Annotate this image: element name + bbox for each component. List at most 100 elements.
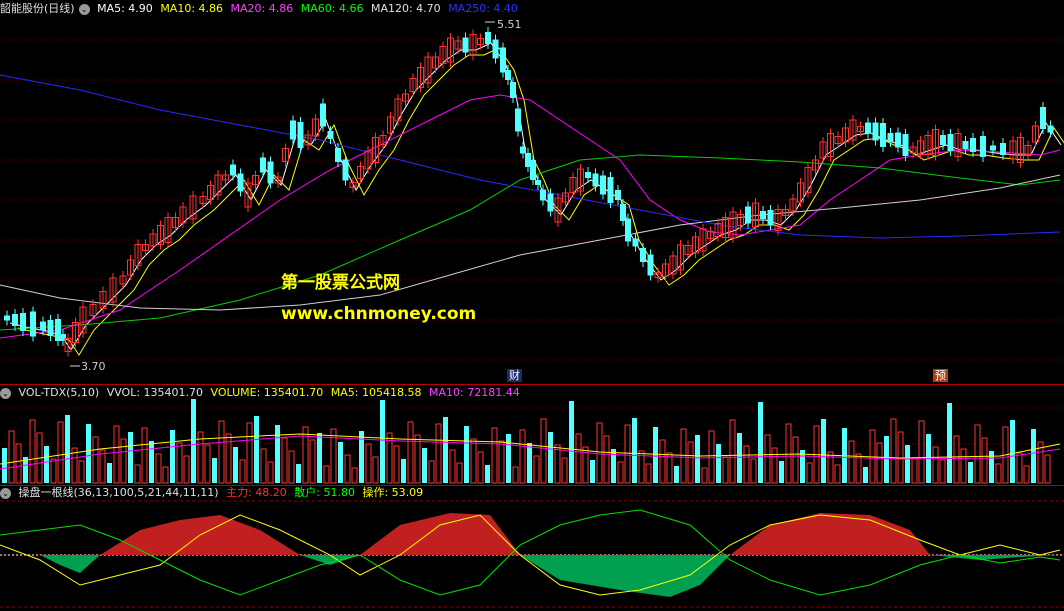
volume-bar: [254, 416, 259, 483]
volume-bar: [575, 433, 582, 484]
candle-down: [30, 311, 36, 337]
volume-bar: [288, 450, 295, 484]
ma120-label: MA120: 4.70: [370, 2, 441, 15]
volume-bar: [758, 402, 763, 483]
zhuli-label: 主力: 48.20: [226, 486, 287, 499]
ma5-label: MA5: 4.90: [97, 2, 153, 15]
volume-bar: [968, 462, 973, 483]
volume-bar: [540, 418, 547, 484]
candle-down: [902, 134, 909, 156]
volume-bar: [260, 448, 267, 484]
volume-bar: [554, 444, 561, 484]
volume-bar: [905, 445, 910, 483]
volume-bar: [687, 441, 694, 484]
candle-down: [615, 190, 621, 200]
volume-bar: [344, 454, 351, 484]
volume-bar: [470, 438, 477, 484]
volume-bar: [302, 426, 309, 484]
volume-bar: [960, 448, 967, 484]
zhuli-area: [360, 513, 520, 555]
volume-bar: [1044, 454, 1051, 484]
low-price-label: 3.70: [81, 360, 106, 373]
volume-bar: [281, 437, 288, 484]
finance-marker[interactable]: 财: [507, 369, 522, 382]
volume-bar: [176, 442, 183, 484]
watermark-url: www.chnmoney.com: [281, 304, 477, 324]
candle-down: [640, 248, 646, 262]
volume-panel[interactable]: ⌄ VOL-TDX(5,10) VVOL: 135401.70 VOLUME: …: [0, 384, 1064, 485]
candle-down: [515, 108, 521, 132]
volume-bar: [456, 462, 463, 484]
volume-bar: [141, 427, 148, 484]
candle-down: [20, 313, 26, 331]
volume-bar: [128, 432, 133, 483]
volume-bar: [876, 442, 883, 484]
vvol-label: VVOL: 135401.70: [106, 386, 204, 399]
volume-bar: [561, 457, 568, 484]
volume-header: ⌄ VOL-TDX(5,10) VVOL: 135401.70 VOLUME: …: [0, 385, 524, 401]
volume-bar: [86, 424, 91, 483]
ma20-label: MA20: 4.86: [230, 2, 294, 15]
volume-bar: [1010, 420, 1015, 483]
volume-bar: [197, 431, 204, 484]
volume-bar: [701, 467, 708, 484]
volume-bar: [771, 447, 778, 484]
volume-bar: [645, 463, 652, 484]
volume-bar: [183, 455, 190, 484]
volume-bar: [911, 457, 918, 484]
high-price-label: 5.51: [497, 18, 522, 31]
volume-bar: [743, 445, 750, 484]
candle-down: [607, 177, 614, 203]
volume-bar: [506, 434, 511, 483]
volume-bar: [113, 425, 120, 484]
volume-bar: [149, 441, 154, 483]
candle-down: [547, 193, 554, 212]
volume-bar: [57, 421, 64, 484]
volume-bar: [974, 424, 981, 484]
candle-down: [500, 47, 506, 73]
volume-bar: [233, 447, 238, 483]
forecast-marker[interactable]: 预: [933, 369, 948, 382]
candle-down: [865, 122, 871, 134]
stock-title: 韶能股份(日线): [0, 2, 75, 15]
volume-bar: [632, 418, 637, 483]
volume-bar: [653, 427, 658, 483]
volume-bar: [779, 461, 784, 483]
caozuo-label: 操作: 53.09: [362, 486, 424, 499]
volume-bar: [29, 419, 36, 484]
candle-down: [620, 204, 626, 221]
candle-down: [872, 122, 879, 141]
vol-ma10-label: MA10: 72181.44: [428, 386, 520, 399]
volume-bar: [246, 422, 253, 484]
volume-bar: [884, 436, 889, 483]
volume-bar: [275, 425, 280, 483]
indicator-chart[interactable]: [0, 485, 1064, 611]
watermark-title: 第一股票公式网: [281, 273, 400, 293]
candle-down: [880, 123, 886, 147]
volume-bar: [821, 419, 826, 483]
volume-bar: [617, 461, 624, 484]
price-chart-panel[interactable]: 韶能股份(日线) ⌄ MA5: 4.90 MA10: 4.86 MA20: 4.8…: [0, 0, 1064, 384]
candle-down: [40, 321, 46, 331]
collapse-icon[interactable]: ⌄: [0, 387, 11, 399]
candle-down: [485, 32, 491, 44]
volume-bar: [239, 459, 246, 484]
collapse-icon[interactable]: ⌄: [78, 3, 90, 15]
volume-bar: [267, 461, 274, 484]
candle-down: [962, 141, 969, 149]
candlestick-chart[interactable]: [0, 0, 1064, 384]
volume-bar: [792, 436, 799, 484]
volume-bar: [296, 464, 301, 483]
indicator-panel[interactable]: ⌄ 操盘一根线(36,13,100,5,21,44,11,11) 主力: 48.…: [0, 485, 1064, 611]
candle-down: [1047, 125, 1054, 133]
volume-bar: [1031, 429, 1036, 483]
volume-bar: [848, 440, 855, 484]
volume-bar: [498, 440, 505, 484]
volume-bar: [380, 400, 385, 483]
candle-down: [510, 82, 516, 98]
volume-bar: [464, 426, 469, 483]
volume-bar: [764, 434, 771, 484]
ma250-label: MA250: 4.40: [448, 2, 518, 15]
collapse-icon[interactable]: ⌄: [0, 487, 11, 499]
candle-down: [625, 218, 631, 242]
